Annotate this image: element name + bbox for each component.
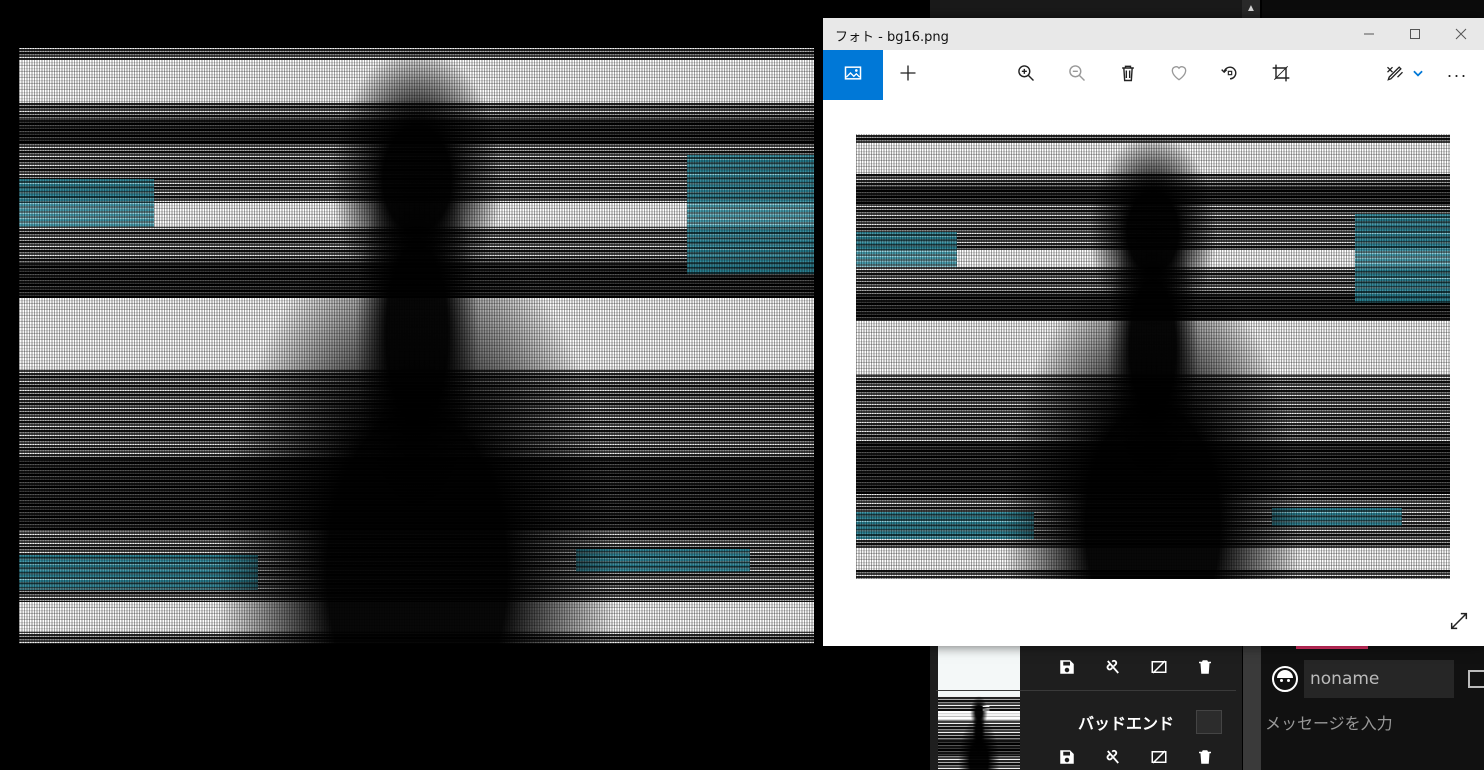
edit-dropdown-button[interactable] [1406, 50, 1430, 100]
zoom-in-icon [1016, 63, 1036, 88]
fullscreen-button[interactable] [1446, 610, 1472, 636]
unlink-icon[interactable] [1090, 656, 1136, 678]
photos-toolbar: ··· [823, 50, 1484, 100]
message-input[interactable] [1263, 708, 1484, 738]
row-divider [936, 690, 1236, 691]
photos-app-window: フォト - bg16.png ··· [823, 18, 1484, 646]
save-icon[interactable] [1044, 656, 1090, 678]
small-options-button[interactable] [1196, 710, 1222, 734]
hide-image-icon[interactable] [1136, 656, 1182, 678]
zoom-in-button[interactable] [1004, 50, 1048, 100]
zoom-out-button[interactable] [1055, 50, 1099, 100]
rotate-icon [1220, 63, 1240, 88]
scene-thumbnail[interactable] [938, 696, 1020, 770]
plus-icon [898, 63, 918, 88]
maximize-button[interactable] [1392, 18, 1438, 50]
minimize-button[interactable] [1346, 18, 1392, 50]
chevron-down-icon [1411, 66, 1425, 85]
image-icon [843, 63, 863, 88]
zoom-out-icon [1067, 63, 1087, 88]
add-button[interactable] [886, 50, 930, 100]
scene-title: バッドエンド [1077, 716, 1174, 733]
trash-icon[interactable] [1182, 746, 1228, 768]
trash-icon[interactable] [1182, 656, 1228, 678]
title-bar[interactable]: フォト - bg16.png [823, 18, 1484, 50]
save-icon[interactable] [1044, 746, 1090, 768]
heart-icon [1169, 63, 1189, 88]
list-item[interactable]: バッドエンド [936, 696, 1236, 770]
favorite-button[interactable] [1157, 50, 1201, 100]
hide-image-icon[interactable] [1136, 746, 1182, 768]
displayed-photo[interactable] [856, 134, 1450, 579]
left-preview-image [19, 48, 814, 644]
background-panel-top [930, 0, 1260, 18]
list-icon[interactable] [1468, 670, 1484, 688]
scroll-up-arrow[interactable]: ▲ [1242, 0, 1260, 18]
drag-handle-icon[interactable]: = [982, 700, 990, 716]
trash-icon [1118, 63, 1138, 88]
background-panel-right-top [1262, 0, 1484, 18]
fullscreen-icon [1448, 610, 1470, 637]
window-title: フォト - bg16.png [835, 30, 949, 45]
avatar-icon[interactable] [1272, 666, 1298, 692]
image-view-button[interactable] [823, 50, 883, 100]
more-options-button[interactable]: ··· [1435, 50, 1479, 100]
name-input[interactable] [1304, 660, 1454, 698]
close-button[interactable] [1438, 18, 1484, 50]
active-tab-indicator [1296, 646, 1368, 649]
edit-draw-icon [1385, 63, 1405, 88]
crop-icon [1271, 63, 1291, 88]
rotate-button[interactable] [1208, 50, 1252, 100]
delete-button[interactable] [1106, 50, 1150, 100]
crop-button[interactable] [1259, 50, 1303, 100]
panel-scrollbar[interactable] [1243, 646, 1261, 770]
unlink-icon[interactable] [1090, 746, 1136, 768]
